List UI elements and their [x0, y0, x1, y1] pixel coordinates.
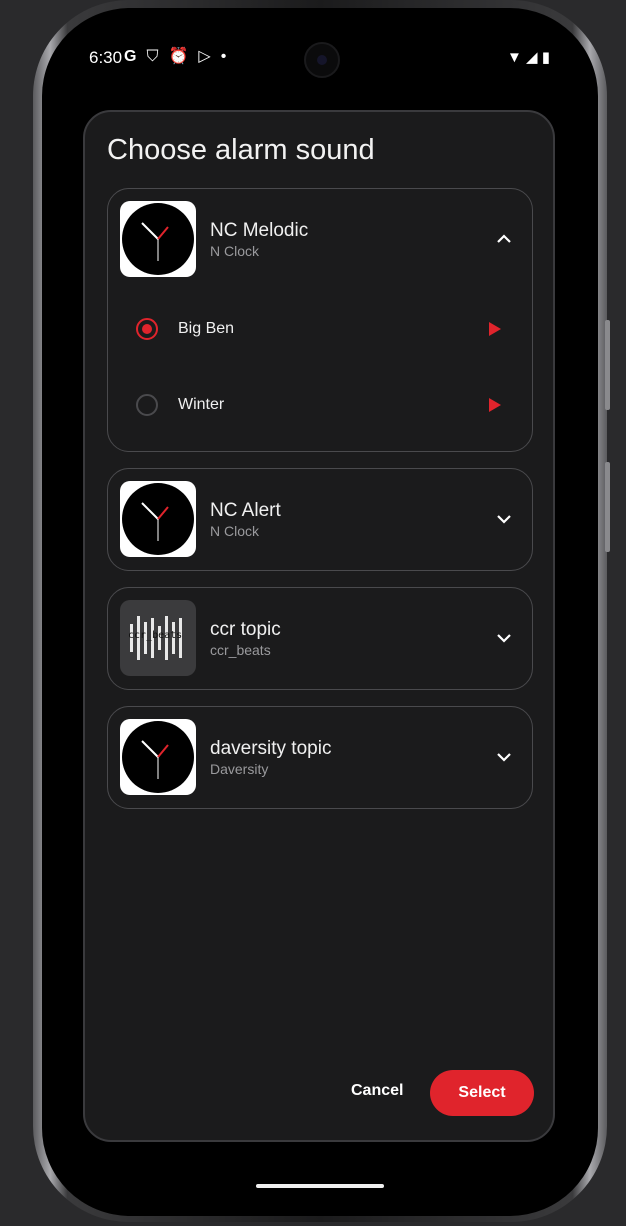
wifi-icon: ▼ [506, 49, 522, 66]
sound-group-nc-melodic: NC Melodic N Clock Big Ben Winter [107, 188, 533, 452]
battery-icon: ▮ [541, 49, 550, 66]
clock-thumbnail [120, 719, 196, 795]
clock-icon [122, 721, 194, 793]
dot-icon: • [220, 48, 237, 65]
clock-thumbnail [120, 201, 196, 277]
group-source: Daversity [210, 761, 269, 777]
sound-group-nc-alert[interactable]: NC Alert N Clock [107, 468, 533, 571]
shield-icon: ⛉ [146, 48, 169, 65]
option-label: Big Ben [178, 320, 235, 337]
status-right-icons: ▼ ◢ ▮ [507, 48, 550, 66]
chevron-down-icon[interactable] [494, 628, 514, 648]
group-title: NC Alert [210, 500, 281, 521]
group-title: daversity topic [210, 738, 332, 759]
thumbnail-text: ccr_beats [128, 630, 183, 641]
cancel-button[interactable]: Cancel [351, 1082, 403, 1100]
sound-group-daversity-topic[interactable]: daversity topic Daversity [107, 706, 533, 809]
sound-option-big-ben[interactable]: Big Ben [120, 305, 520, 355]
signal-icon: ◢ [526, 49, 538, 66]
chevron-down-icon[interactable] [494, 747, 514, 767]
group-title: NC Melodic [210, 220, 309, 241]
option-label: Winter [178, 396, 225, 413]
chevron-up-icon[interactable] [494, 229, 514, 249]
waveform-thumbnail: ccr_beats [120, 600, 196, 676]
home-indicator[interactable] [256, 1184, 384, 1188]
dialog-title: Choose alarm sound [107, 134, 375, 166]
radio-button[interactable] [136, 394, 158, 416]
power-button [605, 462, 610, 552]
clock-thumbnail [120, 481, 196, 557]
select-button[interactable]: Select [430, 1070, 534, 1116]
group-title: ccr topic [210, 619, 281, 640]
group-source: ccr_beats [210, 642, 271, 658]
alarm-sound-dialog: Choose alarm sound NC Melodic N Clock Bi… [83, 110, 555, 1142]
play-icon[interactable] [488, 397, 502, 413]
google-icon: G [124, 48, 147, 65]
group-header-nc-melodic[interactable]: NC Melodic N Clock [108, 189, 532, 289]
status-icons: G⛉⏰▷• [124, 46, 236, 66]
alarm-icon: ⏰ [168, 48, 199, 65]
sound-group-ccr-topic[interactable]: ccr_beats ccr topic ccr_beats [107, 587, 533, 690]
clock-icon [122, 203, 194, 275]
status-time: 6:30 [89, 48, 123, 67]
chevron-down-icon[interactable] [494, 509, 514, 529]
group-source: N Clock [210, 243, 260, 259]
volume-button [605, 320, 610, 410]
front-camera [304, 42, 340, 78]
play-store-icon: ▷ [198, 48, 221, 65]
play-icon[interactable] [488, 321, 502, 337]
radio-button-selected[interactable] [136, 318, 158, 340]
group-source: N Clock [210, 523, 260, 539]
clock-icon [122, 483, 194, 555]
sound-option-winter[interactable]: Winter [120, 381, 520, 431]
